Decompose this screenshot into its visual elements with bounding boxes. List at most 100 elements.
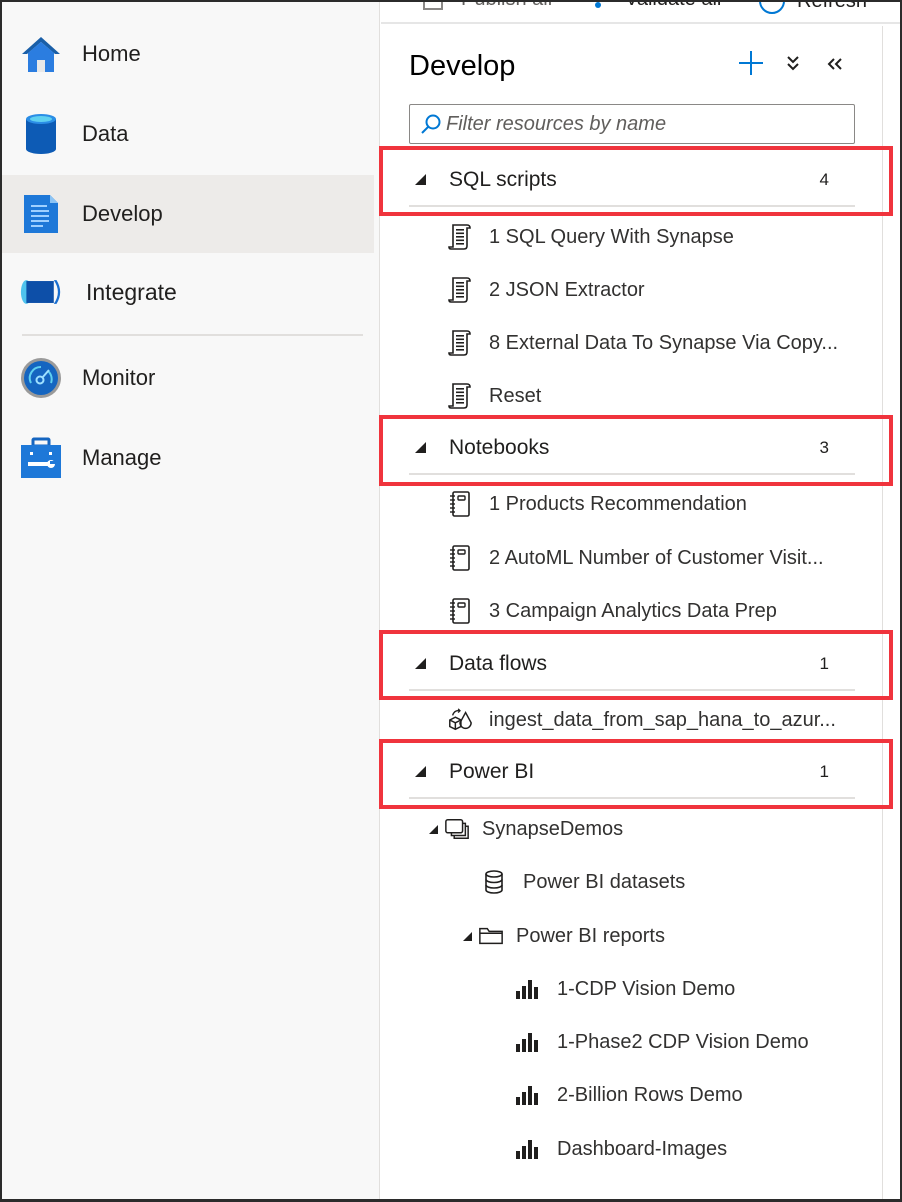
pipeline-icon [20, 271, 62, 313]
expanded-caret-icon[interactable] [415, 174, 426, 185]
item-label: 2-Billion Rows Demo [557, 1083, 743, 1106]
expanded-caret-icon[interactable] [415, 766, 426, 777]
report-item[interactable]: 1-Phase2 CDP Vision Demo [515, 1020, 809, 1064]
filter-search-box[interactable] [409, 104, 855, 144]
section-data-flows[interactable]: Data flows 1 [409, 638, 855, 691]
nav-item-manage[interactable]: Manage [2, 419, 374, 497]
item-label: 2 JSON Extractor [489, 278, 645, 301]
nav-label: Develop [82, 201, 163, 226]
notebook-icon [447, 490, 473, 518]
item-label: Power BI datasets [523, 870, 686, 893]
list-item[interactable]: 1 Products Recommendation [447, 482, 747, 526]
develop-panel: Develop SQL scripts 4 1 SQL Query With S… [381, 26, 883, 1199]
report-item[interactable]: Dashboard-Images [515, 1127, 727, 1171]
section-title: Notebooks [449, 436, 550, 459]
validate-all-button[interactable]: Validate all [595, 0, 721, 11]
expanded-caret-icon[interactable] [429, 824, 438, 834]
nav-item-develop[interactable]: Develop [2, 175, 374, 253]
nav-label: Monitor [82, 365, 156, 390]
notebook-icon [447, 597, 473, 625]
filter-resources-input[interactable] [446, 112, 854, 136]
publish-all-label: Publish all [461, 0, 552, 11]
item-label: Power BI reports [516, 924, 665, 947]
item-label: 1-CDP Vision Demo [557, 977, 736, 1000]
section-title: Power BI [449, 760, 535, 783]
notebook-icon [447, 544, 473, 572]
bar-chart-icon [515, 1135, 541, 1163]
list-item[interactable]: ingest_data_from_sap_hana_to_azur... [447, 698, 836, 742]
nav-divider [22, 334, 363, 336]
item-label: 8 External Data To Synapse Via Copy... [489, 331, 839, 354]
section-title: Data flows [449, 652, 548, 675]
nav-item-home[interactable]: Home [2, 15, 374, 93]
section-count: 1 [819, 762, 829, 781]
expanded-caret-icon[interactable] [415, 442, 426, 453]
hide-panel-button[interactable] [819, 50, 851, 82]
top-toolbar: Publish all Validate all Refresh [381, 0, 900, 24]
plus-icon [738, 50, 764, 82]
bar-chart-icon [515, 1028, 541, 1056]
folder-icon [478, 922, 504, 950]
add-resource-button[interactable] [735, 50, 767, 82]
document-icon [20, 193, 62, 235]
dataset-icon [481, 868, 507, 896]
toolbox-icon [20, 437, 62, 479]
nav-item-monitor[interactable]: Monitor [2, 339, 374, 417]
bar-chart-icon [515, 975, 541, 1003]
nav-label: Integrate [86, 278, 177, 305]
list-item[interactable]: 2 JSON Extractor [447, 268, 645, 312]
nav-label: Manage [82, 445, 162, 470]
sql-script-icon [447, 382, 473, 410]
nav-item-data[interactable]: Data [2, 95, 374, 173]
item-label: ingest_data_from_sap_hana_to_azur... [489, 708, 836, 731]
list-item[interactable]: 1 SQL Query With Synapse [447, 215, 734, 259]
list-item[interactable]: 8 External Data To Synapse Via Copy... [447, 321, 838, 365]
report-item[interactable]: 1-CDP Vision Demo [515, 967, 735, 1011]
tree-item-workspace[interactable]: SynapseDemos [429, 807, 623, 851]
refresh-label: Refresh [797, 0, 868, 12]
section-sql-scripts[interactable]: SQL scripts 4 [409, 154, 855, 207]
expanded-caret-icon[interactable] [415, 658, 426, 669]
report-item[interactable]: 2-Billion Rows Demo [515, 1073, 743, 1117]
collapse-all-button[interactable] [777, 50, 809, 82]
sql-script-icon [447, 276, 473, 304]
publish-all-button[interactable]: Publish all [423, 0, 552, 11]
item-label: Reset [489, 384, 542, 407]
list-item[interactable]: 2 AutoML Number of Customer Visit... [447, 536, 824, 580]
left-navigation: Home Data Develop Integrate Monitor Mana… [2, 2, 380, 1199]
item-label: 1 Products Recommendation [489, 492, 747, 515]
nav-item-integrate[interactable]: Integrate [2, 253, 374, 331]
tree-item-datasets[interactable]: Power BI datasets [481, 860, 685, 904]
chevron-double-down-icon [785, 54, 801, 78]
refresh-icon [759, 0, 785, 14]
section-count: 4 [819, 170, 829, 189]
validate-icon [595, 1, 601, 8]
nav-label: Home [82, 41, 141, 66]
validate-all-label: Validate all [625, 0, 721, 11]
home-icon [20, 33, 62, 75]
list-item[interactable]: Reset [447, 374, 541, 418]
item-label: 2 AutoML Number of Customer Visit... [489, 546, 824, 569]
list-item[interactable]: 3 Campaign Analytics Data Prep [447, 589, 777, 633]
nav-label: Data [82, 121, 129, 146]
expanded-caret-icon[interactable] [463, 931, 472, 941]
item-label: SynapseDemos [482, 817, 624, 840]
section-notebooks[interactable]: Notebooks 3 [409, 422, 855, 475]
refresh-button[interactable]: Refresh [759, 0, 867, 14]
database-icon [20, 113, 62, 155]
item-label: 1 SQL Query With Synapse [489, 225, 734, 248]
publish-icon [423, 0, 443, 10]
sql-script-icon [447, 329, 473, 357]
section-power-bi[interactable]: Power BI 1 [409, 746, 855, 799]
search-icon [420, 113, 442, 140]
workspace-icon [444, 815, 470, 843]
section-count: 3 [819, 438, 829, 457]
tree-item-reports-folder[interactable]: Power BI reports [463, 914, 665, 958]
sql-script-icon [447, 223, 473, 251]
panel-title: Develop [409, 50, 516, 82]
bar-chart-icon [515, 1081, 541, 1109]
section-title: SQL scripts [449, 168, 557, 191]
chevron-double-left-icon [826, 55, 844, 78]
item-label: 3 Campaign Analytics Data Prep [489, 599, 777, 622]
dataflow-icon [447, 706, 473, 734]
